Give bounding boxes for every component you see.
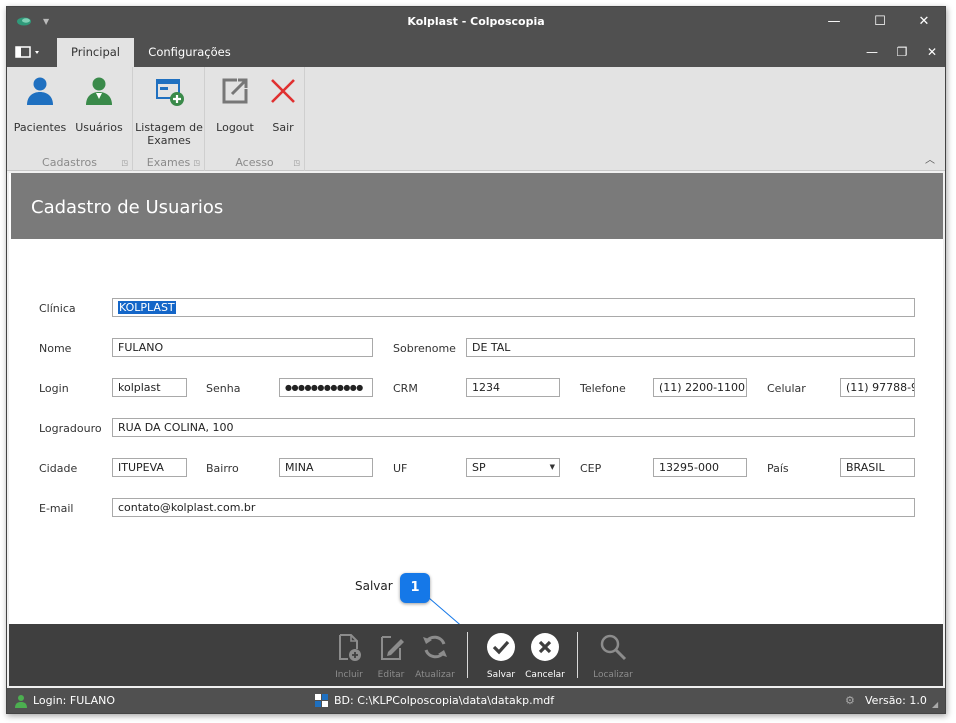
- toolbar-separator: [577, 632, 578, 678]
- sair-button[interactable]: Sair: [254, 71, 312, 151]
- annotation-connector: [428, 597, 482, 644]
- dialog-launcher-icon[interactable]: ◳: [293, 159, 300, 167]
- check-icon: [487, 633, 515, 661]
- close-x-icon: [271, 79, 295, 103]
- group-caption-cadastros: Cadastros ◳: [7, 156, 132, 169]
- new-document-icon: [339, 634, 361, 661]
- pacientes-button[interactable]: Pacientes: [11, 71, 69, 151]
- edit-document-icon: [381, 636, 404, 660]
- window-title: Kolplast - Colposcopia: [407, 15, 545, 28]
- collapse-ribbon-icon[interactable]: ︿: [925, 151, 935, 166]
- ribbon-panel: Pacientes Usuários Cadastros ◳ Listagem …: [7, 67, 945, 171]
- cadastros-caption: Cadastros: [42, 156, 97, 169]
- minimize-button[interactable]: —: [811, 7, 857, 37]
- action-toolbar: Incluir Editar Atualizar Salvar Cancelar…: [9, 624, 943, 686]
- cancelar-button[interactable]: Cancelar: [521, 630, 569, 682]
- status-version: Versão: 1.0: [865, 694, 927, 707]
- app-menu-icon: [15, 46, 39, 58]
- database-icon: [315, 694, 328, 707]
- user-status-icon: [15, 695, 27, 708]
- refresh-icon: [423, 635, 447, 659]
- pacientes-label: Pacientes: [13, 121, 67, 134]
- usuarios-button[interactable]: Usuários: [70, 71, 128, 151]
- application-menu-button[interactable]: [15, 45, 45, 59]
- resize-grip-icon[interactable]: ◢: [932, 700, 938, 709]
- app-window: ▼ Kolplast - Colposcopia — ☐ ✕ Principal…: [6, 6, 946, 714]
- sair-label: Sair: [272, 121, 294, 134]
- list-add-icon: [156, 79, 184, 106]
- annotation-label: Salvar: [355, 579, 393, 593]
- toolbar-separator: [467, 632, 468, 678]
- mdi-close-button[interactable]: ✕: [917, 37, 945, 67]
- tab-configuracoes[interactable]: Configurações: [142, 38, 237, 67]
- usuarios-label: Usuários: [75, 121, 123, 134]
- tab-principal[interactable]: Principal: [57, 38, 134, 67]
- atualizar-label: Atualizar: [415, 670, 455, 680]
- status-login: Login: FULANO: [33, 694, 116, 707]
- form-area: Cadastro de Usuarios Clínica KOLPLAST No…: [9, 173, 943, 685]
- logout-icon: [222, 78, 248, 104]
- cancelar-label: Cancelar: [525, 670, 565, 680]
- listagem-exames-button[interactable]: Listagem de Exames: [135, 71, 203, 151]
- dialog-launcher-icon[interactable]: ◳: [193, 159, 200, 167]
- search-icon: [600, 634, 627, 661]
- listagem-exames-label: Listagem de Exames: [135, 121, 203, 147]
- ribbon-tab-bar: Principal Configurações — ❐ ✕: [7, 37, 945, 67]
- exames-caption: Exames: [146, 156, 191, 169]
- localizar-button[interactable]: Localizar: [589, 630, 637, 682]
- cancel-icon: [531, 633, 559, 661]
- mdi-restore-button[interactable]: ❐: [887, 37, 917, 67]
- user-icon: [86, 77, 112, 105]
- ribbon-group-cadastros: Pacientes Usuários Cadastros ◳: [7, 67, 133, 171]
- group-caption-exames: Exames ◳: [133, 156, 204, 169]
- person-icon: [27, 77, 53, 105]
- status-bar: Login: FULANO BD: C:\KLPColposcopia\data…: [7, 688, 945, 713]
- acesso-caption: Acesso: [235, 156, 274, 169]
- mdi-minimize-button[interactable]: —: [857, 37, 887, 67]
- gears-icon: ⚙: [845, 694, 855, 707]
- ribbon-group-acesso: Logout Sair Acesso ◳: [205, 67, 305, 171]
- annotation-badge: 1: [400, 573, 430, 603]
- close-button[interactable]: ✕: [901, 7, 945, 37]
- status-database: BD: C:\KLPColposcopia\data\datakp.mdf: [334, 694, 555, 707]
- group-caption-acesso: Acesso ◳: [205, 156, 304, 169]
- atualizar-button[interactable]: Atualizar: [411, 630, 459, 682]
- ribbon-group-exames: Listagem de Exames Exames ◳: [133, 67, 205, 171]
- maximize-button[interactable]: ☐: [857, 7, 903, 37]
- localizar-label: Localizar: [593, 670, 633, 680]
- title-bar: ▼ Kolplast - Colposcopia — ☐ ✕: [7, 7, 945, 37]
- dialog-launcher-icon[interactable]: ◳: [121, 159, 128, 167]
